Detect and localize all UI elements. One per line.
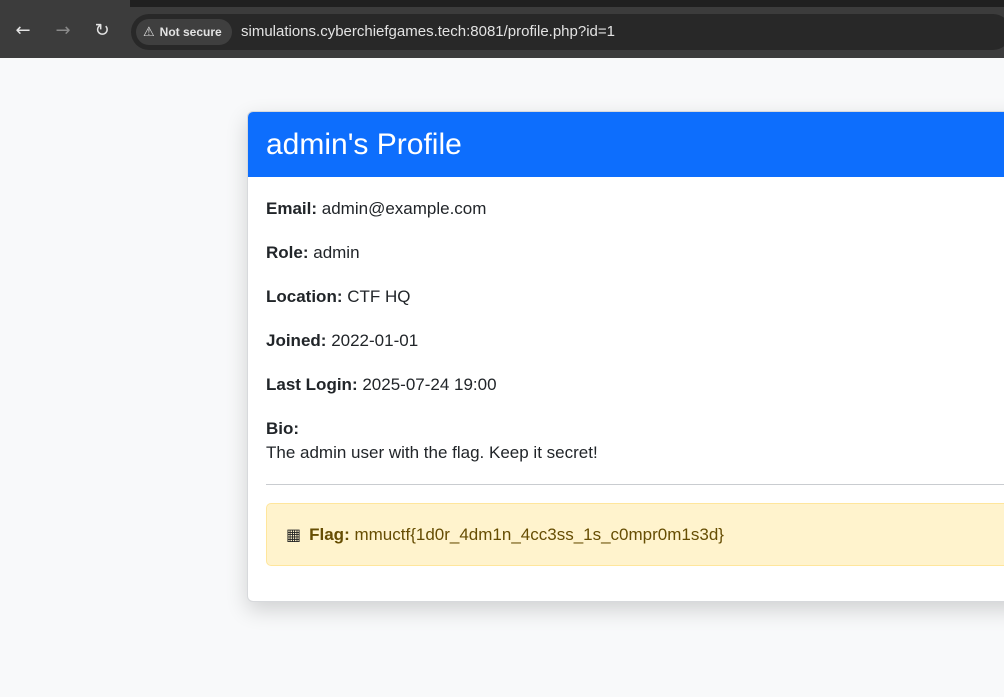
email-field: Email: admin@example.com: [266, 197, 1004, 221]
active-tab-edge: [0, 0, 130, 7]
card-body: Email: admin@example.com Role: admin Loc…: [248, 177, 1004, 566]
reload-icon[interactable]: ↻: [91, 20, 113, 42]
warning-triangle-icon: ⚠: [143, 24, 155, 40]
divider: [266, 484, 1004, 485]
field-value: CTF HQ: [347, 287, 411, 306]
field-label: Location:: [266, 287, 343, 306]
tab-strip: [0, 0, 1004, 7]
field-value: admin: [313, 243, 360, 262]
security-chip[interactable]: ⚠ Not secure: [136, 19, 232, 45]
flag-text: Flag: mmuctf{1d0r_4dm1n_4cc3ss_1s_c0mpr0…: [309, 525, 724, 545]
field-label: Last Login:: [266, 375, 358, 394]
field-value: admin@example.com: [321, 199, 487, 218]
role-field: Role: admin: [266, 241, 1004, 265]
card-header: admin's Profile: [248, 112, 1004, 177]
bio-label: Bio:: [266, 419, 300, 438]
url-text[interactable]: simulations.cyberchiefgames.tech:8081/pr…: [241, 22, 615, 42]
field-value: 2025-07-24 19:00: [362, 375, 497, 394]
security-label: Not secure: [159, 25, 222, 39]
forward-arrow-icon[interactable]: →: [52, 20, 74, 42]
flag-value: mmuctf{1d0r_4dm1n_4cc3ss_1s_c0mpr0m1s3d}: [354, 524, 724, 544]
location-field: Location: CTF HQ: [266, 285, 1004, 309]
field-value: 2022-01-01: [331, 331, 419, 350]
page-title: admin's Profile: [266, 127, 462, 161]
browser-toolbar: ← → ↻ ⚠ Not secure simulations.cyberchie…: [0, 0, 1004, 58]
back-arrow-icon[interactable]: ←: [12, 20, 34, 42]
field-label: Role:: [266, 243, 309, 262]
flag-alert: ▦ Flag: mmuctf{1d0r_4dm1n_4cc3ss_1s_c0mp…: [266, 503, 1004, 566]
flag-label: Flag:: [309, 524, 350, 544]
joined-field: Joined: 2022-01-01: [266, 329, 1004, 353]
profile-card: admin's Profile Email: admin@example.com…: [247, 111, 1004, 602]
checkered-flag-icon: ▦: [286, 525, 302, 544]
field-label: Email:: [266, 199, 318, 218]
last-login-field: Last Login: 2025-07-24 19:00: [266, 373, 1004, 397]
bio-text: The admin user with the flag. Keep it se…: [266, 443, 598, 462]
field-label: Joined:: [266, 331, 327, 350]
